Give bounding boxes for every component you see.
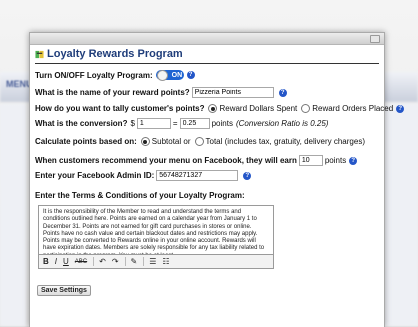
help-icon[interactable]: ? [349,156,358,165]
facebook-points-suffix: points [324,156,347,165]
calc-label: Calculate points based on: [35,137,137,146]
conversion-row: What is the conversion? $ = points (Conv… [35,118,328,129]
italic-button[interactable]: I [55,257,57,266]
editor-toolbar: B I U ABC ↶ ↷ ✎ ☰ ☷ [38,255,274,269]
background-left-panel [0,104,26,326]
equals-sign: = [172,119,178,128]
tally-orders-radio[interactable] [301,104,311,113]
tally-label: How do you want to tally customer's poin… [35,104,205,113]
reward-name-row: What is the name of your reward points? … [35,87,287,98]
reward-name-input[interactable] [191,87,274,98]
conversion-points-label: points [211,119,233,128]
close-icon[interactable] [370,35,380,43]
calc-total-radio[interactable] [194,137,204,146]
conversion-ratio-note: (Conversion Ratio is 0.25) [235,119,329,128]
facebook-admin-label: Enter your Facebook Admin ID: [35,171,155,180]
conversion-dollars-input[interactable] [136,118,171,129]
redo-icon[interactable]: ↷ [112,257,119,266]
toolbar-divider [93,257,95,266]
facebook-points-label: When customers recommend your menu on Fa… [35,156,297,165]
currency-symbol: $ [130,119,135,128]
facebook-admin-row: Enter your Facebook Admin ID: ? [35,170,252,181]
reward-name-label: What is the name of your reward points? [35,88,190,97]
conversion-points-input[interactable] [179,118,210,129]
tally-orders-label: Reward Orders Placed [312,104,394,113]
help-icon[interactable]: ? [278,88,287,97]
calc-total-label: Total (includes tax, gratuity, delivery … [205,137,365,146]
terms-row: Enter the Terms & Conditions of your Loy… [35,191,245,200]
toggle-state: ON [171,71,183,79]
facebook-points-row: When customers recommend your menu on Fa… [35,155,358,166]
title-divider [35,63,379,64]
tally-dollars-label: Reward Dollars Spent [219,104,298,113]
dialog-heading: Loyalty Rewards Program [35,48,183,60]
toolbar-divider [124,257,126,266]
calc-row: Calculate points based on: Subtotal or T… [35,137,365,146]
help-icon[interactable]: ? [243,171,252,180]
toggle-knob [156,69,168,81]
help-icon[interactable]: ? [396,104,405,113]
underline-button[interactable]: U [63,257,69,266]
conversion-label: What is the conversion? [35,119,128,128]
calc-subtotal-label: Subtotal or [151,137,191,146]
tally-row: How do you want to tally customer's poin… [35,104,405,113]
bold-button[interactable]: B [43,257,49,266]
strikethrough-button[interactable]: ABC [75,259,87,265]
calc-subtotal-radio[interactable] [140,137,150,146]
loyalty-dialog: Loyalty Rewards Program Turn ON/OFF Loya… [29,32,405,327]
facebook-admin-input[interactable] [156,170,239,181]
toolbar-divider [143,257,145,266]
loyalty-toggle[interactable]: ON [155,69,184,81]
terms-textarea[interactable]: It is the responsibility of the Member t… [38,205,274,255]
undo-icon[interactable]: ↶ [99,257,106,266]
dialog-titlebar [30,33,384,45]
trophy-icon [35,50,44,58]
save-settings-button[interactable]: Save Settings [37,285,91,296]
page-title: Loyalty Rewards Program [47,48,183,60]
facebook-points-input[interactable] [298,155,323,166]
terms-label: Enter the Terms & Conditions of your Loy… [35,191,245,200]
eraser-icon[interactable]: ✎ [131,257,138,266]
numbered-list-icon[interactable]: ☷ [162,257,169,266]
bullet-list-icon[interactable]: ☰ [149,257,156,266]
toggle-row: Turn ON/OFF Loyalty Program: ON ? [35,69,195,81]
background-right-panel [384,104,418,326]
tally-dollars-radio[interactable] [208,104,218,113]
toggle-label: Turn ON/OFF Loyalty Program: [35,70,153,80]
help-icon[interactable]: ? [186,71,195,79]
